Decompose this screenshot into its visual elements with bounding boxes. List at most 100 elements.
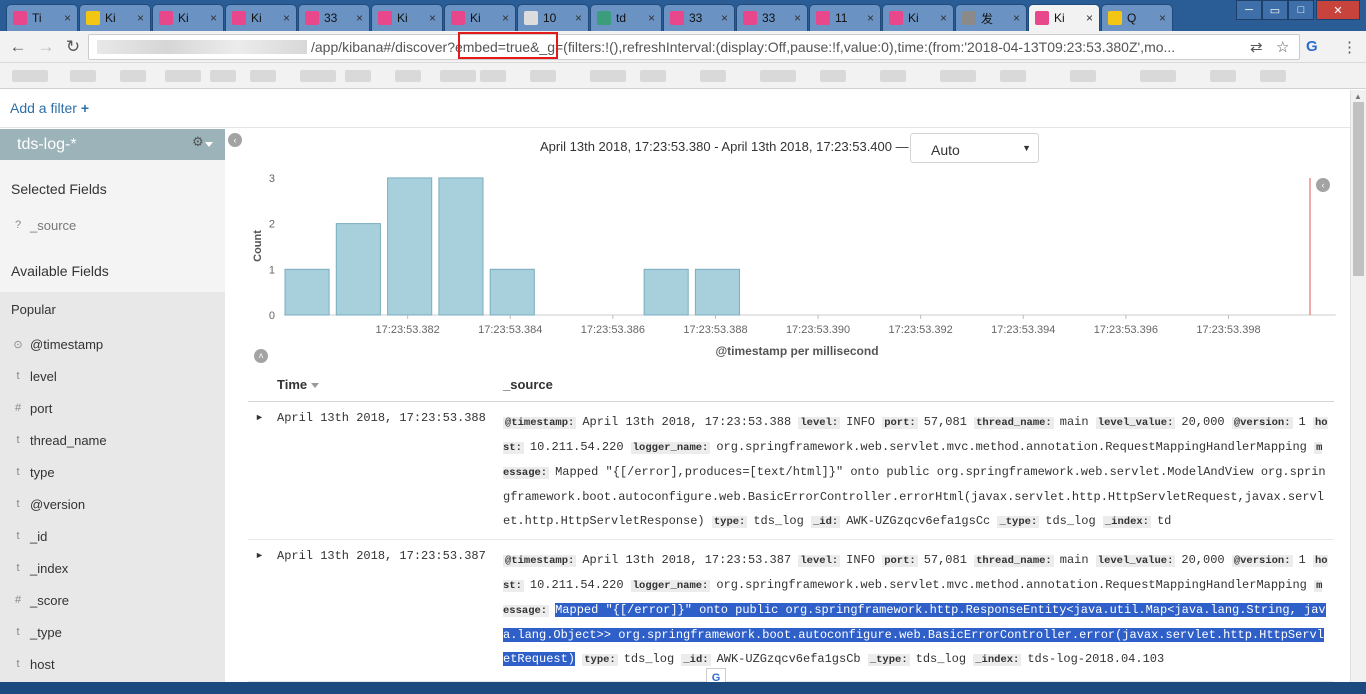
tab-close-icon[interactable]: × — [281, 11, 290, 25]
expand-row-icon[interactable]: ► — [255, 550, 264, 560]
tab-close-icon[interactable]: × — [208, 11, 217, 25]
bookmark-item[interactable] — [250, 70, 276, 82]
field-item[interactable]: ⊙ @timestamp — [0, 329, 225, 361]
bookmark-star-icon[interactable]: ☆ — [1276, 38, 1289, 56]
bookmark-item[interactable] — [1260, 70, 1286, 82]
tab-close-icon[interactable]: × — [427, 11, 436, 25]
tab-close-icon[interactable]: × — [500, 11, 509, 25]
bookmark-item[interactable] — [530, 70, 556, 82]
tab-close-icon[interactable]: × — [354, 11, 363, 25]
dropdown-arrow-icon: ▼ — [1022, 143, 1031, 153]
gear-icon[interactable]: ⚙ — [192, 134, 204, 150]
bookmark-item[interactable] — [700, 70, 726, 82]
field-item[interactable]: # port — [0, 393, 225, 425]
field-item[interactable]: t host — [0, 649, 225, 681]
back-arrow-icon[interactable]: ← — [8, 37, 28, 57]
interval-select[interactable]: Auto ▼ — [910, 133, 1039, 163]
bookmark-item[interactable] — [480, 70, 506, 82]
bookmark-item[interactable] — [12, 70, 48, 82]
reload-icon[interactable]: ↻ — [63, 37, 83, 57]
maximize-button[interactable]: □ — [1288, 0, 1314, 20]
tab-close-icon[interactable]: × — [792, 11, 801, 25]
tab-close-icon[interactable]: × — [62, 11, 71, 25]
field-item[interactable]: t @version — [0, 489, 225, 521]
browser-tab[interactable]: Ki × — [444, 4, 516, 31]
collapse-chart-icon[interactable]: ˄ — [254, 349, 268, 363]
field-item[interactable]: t _id — [0, 521, 225, 553]
doc-table-row[interactable]: ► April 13th 2018, 17:23:53.387 @timestamp… — [248, 540, 1334, 682]
doc-table-row[interactable]: ► April 13th 2018, 17:23:53.388 @timestamp… — [248, 402, 1334, 540]
browser-tab[interactable]: 10 × — [517, 4, 589, 31]
tab-favicon-icon — [524, 11, 538, 25]
bookmark-item[interactable] — [440, 70, 476, 82]
tab-close-icon[interactable]: × — [1157, 11, 1166, 25]
chart-collapse-icon[interactable]: ‹ — [1316, 178, 1330, 192]
browser-tab[interactable]: 33 × — [298, 4, 370, 31]
translate-page-icon[interactable]: ⇄ — [1250, 38, 1263, 56]
add-filter-link[interactable]: Add a filter + — [10, 100, 89, 116]
url-field[interactable]: /app/kibana#/discover?embed=true&_g=(fil… — [88, 34, 1300, 60]
bookmark-item[interactable] — [640, 70, 666, 82]
page-scrollbar[interactable]: ▲ — [1350, 90, 1366, 682]
field-item[interactable]: # _score — [0, 585, 225, 617]
restore-button[interactable]: ▭ — [1262, 0, 1288, 20]
bookmark-item[interactable] — [590, 70, 626, 82]
tab-close-icon[interactable]: × — [865, 11, 874, 25]
bookmark-item[interactable] — [395, 70, 421, 82]
browser-tab[interactable]: Ki × — [225, 4, 297, 31]
tab-close-icon[interactable]: × — [719, 11, 728, 25]
field-item[interactable]: t type — [0, 457, 225, 489]
browser-tab[interactable]: td × — [590, 4, 662, 31]
tab-close-icon[interactable]: × — [135, 11, 144, 25]
field-item[interactable]: t _type — [0, 617, 225, 649]
bookmark-item[interactable] — [760, 70, 796, 82]
bookmark-item[interactable] — [940, 70, 976, 82]
bookmark-item[interactable] — [120, 70, 146, 82]
source-field-key: thread_name: — [974, 555, 1054, 567]
collapse-sidebar-icon[interactable]: ‹ — [228, 133, 242, 147]
field-item-source[interactable]: ? _source — [0, 210, 225, 242]
tab-close-icon[interactable]: × — [573, 11, 582, 25]
tab-close-icon[interactable]: × — [1011, 11, 1020, 25]
bookmark-item[interactable] — [345, 70, 371, 82]
field-item[interactable]: t _index — [0, 553, 225, 585]
source-column-header: _source — [503, 377, 553, 392]
minimize-button[interactable]: ─ — [1236, 0, 1262, 20]
browser-tab[interactable]: Ki × — [1028, 4, 1100, 31]
source-field-key: type: — [711, 516, 748, 528]
browser-tab[interactable]: Ki × — [79, 4, 151, 31]
bookmark-item[interactable] — [210, 70, 236, 82]
bookmark-item[interactable] — [880, 70, 906, 82]
bookmark-item[interactable] — [1000, 70, 1026, 82]
expand-row-icon[interactable]: ► — [255, 412, 264, 422]
bookmark-item[interactable] — [1140, 70, 1176, 82]
field-item[interactable]: t level — [0, 361, 225, 393]
bookmark-item[interactable] — [300, 70, 336, 82]
time-column-header[interactable]: Time — [277, 377, 320, 392]
forward-arrow-icon[interactable]: → — [36, 37, 56, 57]
scroll-up-icon[interactable]: ▲ — [1354, 92, 1362, 101]
browser-tab[interactable]: Ki × — [371, 4, 443, 31]
available-fields-heading: Available Fields — [11, 263, 109, 279]
bookmark-item[interactable] — [1070, 70, 1096, 82]
browser-tab[interactable]: 33 × — [663, 4, 735, 31]
browser-tab[interactable]: Ki × — [152, 4, 224, 31]
tab-close-icon[interactable]: × — [646, 11, 655, 25]
scrollbar-thumb[interactable] — [1353, 102, 1364, 276]
bookmark-item[interactable] — [165, 70, 201, 82]
field-item[interactable]: t thread_name — [0, 425, 225, 457]
browser-tab[interactable]: 发 × — [955, 4, 1027, 31]
bookmark-item[interactable] — [820, 70, 846, 82]
bookmark-item[interactable] — [1210, 70, 1236, 82]
browser-tab[interactable]: 11 × — [809, 4, 881, 31]
browser-tab[interactable]: Ti × — [6, 4, 78, 31]
bookmark-item[interactable] — [70, 70, 96, 82]
browser-tab[interactable]: Q × — [1101, 4, 1173, 31]
browser-tab[interactable]: Ki × — [882, 4, 954, 31]
tab-close-icon[interactable]: × — [938, 11, 947, 25]
browser-tab[interactable]: 33 × — [736, 4, 808, 31]
menu-icon[interactable]: ⋮ — [1342, 38, 1357, 56]
google-translate-extension-icon[interactable]: G — [1306, 38, 1318, 55]
window-close-button[interactable]: ✕ — [1316, 0, 1360, 20]
tab-close-icon[interactable]: × — [1084, 11, 1093, 25]
